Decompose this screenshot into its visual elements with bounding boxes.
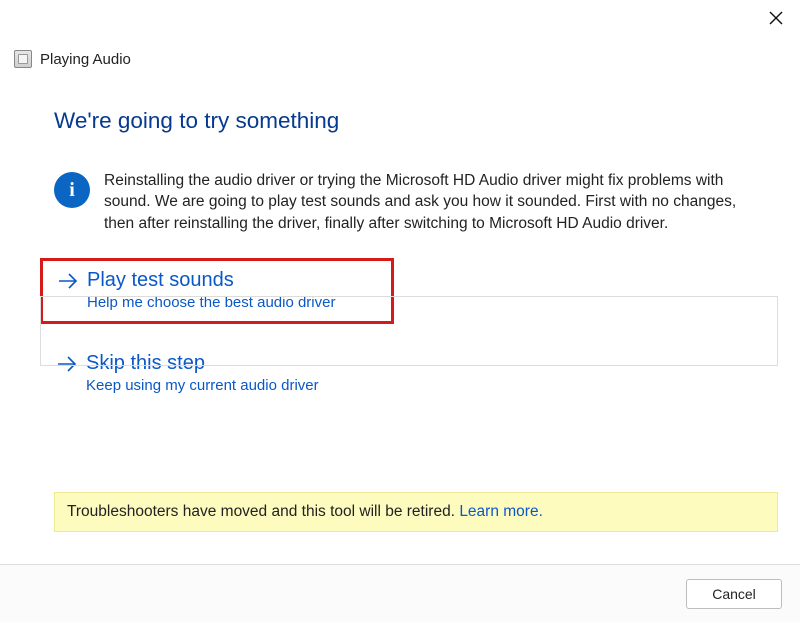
info-text: Reinstalling the audio driver or trying … bbox=[104, 170, 764, 234]
footer-bar: Cancel bbox=[0, 564, 800, 622]
option-title-text: Play test sounds bbox=[87, 269, 234, 292]
learn-more-link[interactable]: Learn more. bbox=[459, 503, 543, 520]
option-title-text: Skip this step bbox=[86, 352, 205, 375]
option-title-row: Skip this step bbox=[56, 352, 762, 375]
window-title: Playing Audio bbox=[40, 51, 131, 68]
option-subtitle: Keep using my current audio driver bbox=[86, 377, 762, 394]
info-icon: i bbox=[54, 172, 90, 208]
options-list: Play test sounds Help me choose the best… bbox=[54, 258, 772, 406]
cancel-button[interactable]: Cancel bbox=[686, 579, 782, 609]
close-icon bbox=[769, 11, 783, 25]
option-skip-this-step[interactable]: Skip this step Keep using my current aud… bbox=[40, 342, 778, 406]
close-button[interactable] bbox=[766, 8, 786, 28]
titlebar: Playing Audio bbox=[14, 50, 131, 68]
content-area: We're going to try something i Reinstall… bbox=[54, 108, 772, 406]
option-play-test-sounds[interactable]: Play test sounds Help me choose the best… bbox=[40, 258, 394, 324]
notice-banner: Troubleshooters have moved and this tool… bbox=[54, 492, 778, 532]
option-subtitle: Help me choose the best audio driver bbox=[87, 294, 377, 311]
troubleshooter-window: Playing Audio We're going to try somethi… bbox=[0, 0, 800, 622]
option-title-row: Play test sounds bbox=[57, 269, 377, 292]
troubleshooter-app-icon bbox=[14, 50, 32, 68]
arrow-right-icon bbox=[56, 353, 78, 375]
info-row: i Reinstalling the audio driver or tryin… bbox=[54, 170, 772, 234]
page-heading: We're going to try something bbox=[54, 108, 772, 134]
notice-text: Troubleshooters have moved and this tool… bbox=[67, 503, 459, 520]
info-icon-letter: i bbox=[69, 179, 75, 202]
arrow-right-icon bbox=[57, 270, 79, 292]
